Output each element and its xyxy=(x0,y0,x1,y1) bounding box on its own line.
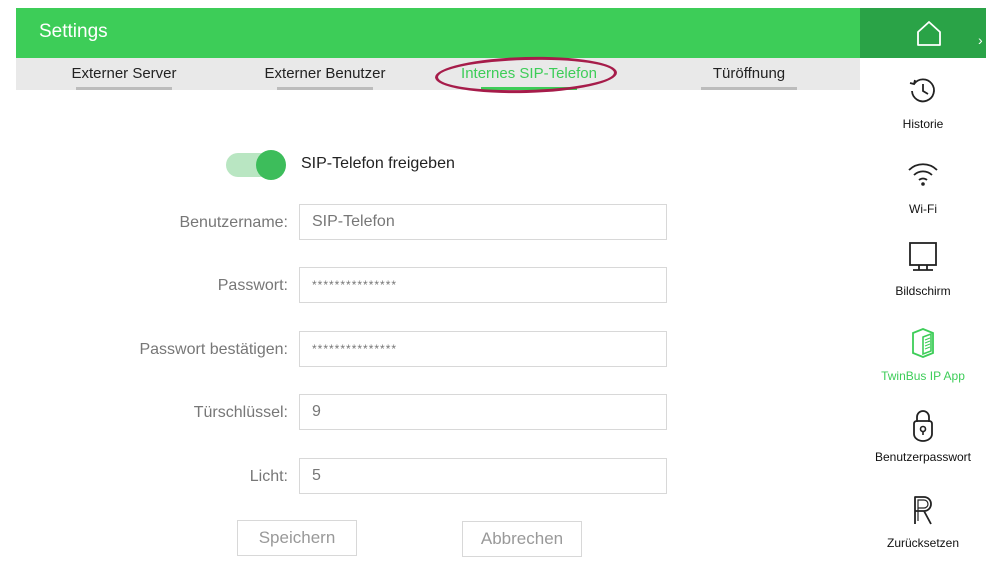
password-field[interactable]: *************** xyxy=(299,267,667,303)
tab-label: Internes SIP-Telefon xyxy=(461,65,597,82)
tab-underline xyxy=(701,87,797,90)
door-key-field[interactable]: 9 xyxy=(299,394,667,430)
sidebar-item-zuruecksetzen[interactable]: Zurücksetzen xyxy=(860,494,986,564)
sidebar-item-bildschirm[interactable]: Bildschirm xyxy=(860,242,986,312)
tab-underline xyxy=(277,87,373,90)
toggle-knob xyxy=(256,150,286,180)
username-field[interactable]: SIP-Telefon xyxy=(299,204,667,240)
save-button[interactable]: Speichern xyxy=(237,520,357,556)
light-label: Licht: xyxy=(249,468,288,485)
chevron-right-icon[interactable]: › xyxy=(978,32,983,48)
tab-label: Externer Benutzer xyxy=(264,65,386,82)
cancel-button[interactable]: Abbrechen xyxy=(462,521,582,557)
history-icon xyxy=(909,78,935,103)
username-label: Benutzername: xyxy=(179,214,288,231)
tab-externer-benutzer[interactable]: Externer Benutzer xyxy=(222,58,428,90)
tab-bar: Externer Server Externer Benutzer Intern… xyxy=(16,58,860,90)
password-label-wrap: Passwort: xyxy=(28,277,288,297)
password-confirm-label: Passwort bestätigen: xyxy=(139,341,288,358)
settings-panel: Settings Externer Server Externer Benutz… xyxy=(0,0,860,579)
tab-label: Externer Server xyxy=(71,65,177,82)
sidebar-item-wifi[interactable]: Wi-Fi xyxy=(860,160,986,230)
sidebar-item-label: Benutzerpasswort xyxy=(874,450,972,464)
home-button[interactable]: › xyxy=(860,8,986,58)
settings-header: Settings xyxy=(16,8,860,58)
tab-internes-sip-telefon[interactable]: Internes SIP-Telefon xyxy=(436,58,622,90)
monitor-icon xyxy=(909,242,937,271)
sidebar: › Historie Wi-Fi Bildschirm TwinBus IP A… xyxy=(860,0,986,579)
tab-externer-server[interactable]: Externer Server xyxy=(16,58,232,90)
sidebar-item-label: Bildschirm xyxy=(895,284,951,298)
twinbus-app-icon xyxy=(912,328,934,358)
sidebar-item-label: Historie xyxy=(902,117,944,131)
sidebar-item-label: Wi-Fi xyxy=(909,202,937,216)
tab-label: Türöffnung xyxy=(712,65,786,82)
password-label: Passwort: xyxy=(217,277,288,294)
sidebar-item-twinbus-ip-app[interactable]: TwinBus IP App xyxy=(860,327,986,397)
sidebar-item-label: Zurücksetzen xyxy=(886,536,960,550)
light-field[interactable]: 5 xyxy=(299,458,667,494)
door-key-label-wrap: Türschlüssel: xyxy=(28,404,288,424)
door-key-label: Türschlüssel: xyxy=(193,404,288,421)
sip-enable-toggle[interactable] xyxy=(226,150,288,180)
sidebar-item-benutzerpasswort[interactable]: Benutzerpasswort xyxy=(860,408,986,478)
light-label-wrap: Licht: xyxy=(28,468,288,488)
tab-underline xyxy=(481,87,577,90)
password-confirm-field[interactable]: *************** xyxy=(299,331,667,367)
page-title: Settings xyxy=(39,21,108,42)
sidebar-item-historie[interactable]: Historie xyxy=(860,75,986,145)
tab-tueroeffnung[interactable]: Türöffnung xyxy=(644,58,854,90)
sip-enable-label: SIP-Telefon freigeben xyxy=(301,155,455,172)
tab-underline xyxy=(76,87,172,90)
password-confirm-label-wrap: Passwort bestätigen: xyxy=(28,341,288,361)
reset-icon xyxy=(914,496,932,525)
home-icon xyxy=(917,21,941,46)
wifi-icon xyxy=(908,163,938,186)
sidebar-item-label: TwinBus IP App xyxy=(881,369,965,383)
username-label-wrap: Benutzername: xyxy=(28,214,288,234)
lock-icon xyxy=(913,410,933,442)
